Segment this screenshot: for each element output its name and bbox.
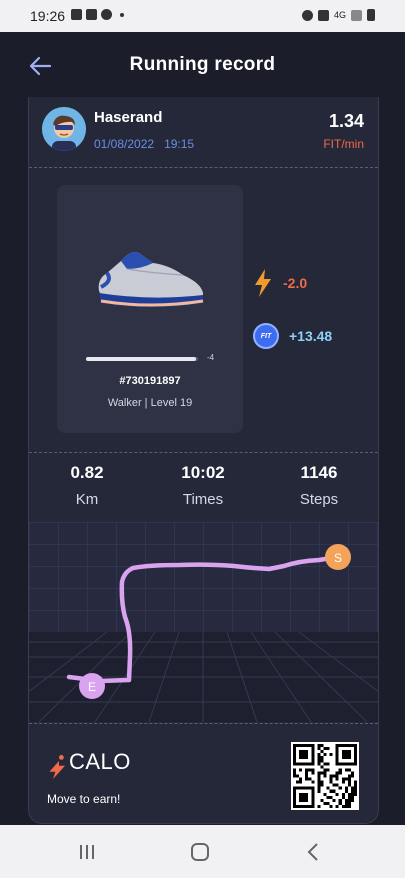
network-label: 4G bbox=[333, 10, 346, 20]
stat-steps: 1146 Steps bbox=[261, 463, 377, 508]
stat-steps-value: 1146 bbox=[300, 463, 338, 482]
end-marker: E bbox=[79, 673, 105, 699]
qr-code-image bbox=[293, 744, 357, 808]
divider bbox=[29, 167, 378, 168]
avatar bbox=[42, 107, 86, 151]
fit-coin-icon: FIT bbox=[253, 323, 279, 349]
gallery-icon bbox=[71, 9, 82, 20]
energy-row: -2.0 bbox=[253, 269, 307, 297]
recent-apps-icon[interactable] bbox=[76, 841, 98, 863]
end-label: E bbox=[88, 680, 96, 694]
energy-value: -2.0 bbox=[283, 275, 308, 291]
notification-icons bbox=[71, 9, 124, 20]
sneaker-image bbox=[98, 252, 204, 307]
mute-icon bbox=[317, 9, 329, 21]
avatar-image bbox=[42, 107, 86, 151]
brand-slogan: Move to earn! bbox=[47, 792, 121, 806]
route-map: S E bbox=[29, 522, 378, 722]
stat-time: 10:02 Times bbox=[145, 463, 261, 508]
record-date: 01/08/2022 bbox=[94, 137, 155, 151]
sneaker-type-level: Walker | Level 19 bbox=[107, 397, 193, 409]
fit-earned-row: FIT +13.48 bbox=[253, 323, 332, 349]
alarm-icon bbox=[301, 9, 313, 21]
stat-time-value: 10:02 bbox=[181, 463, 225, 482]
stat-steps-label: Steps bbox=[299, 491, 339, 508]
username: Haserand bbox=[94, 109, 163, 126]
back-nav-icon[interactable] bbox=[303, 841, 325, 863]
record-card: Haserand 01/08/2022 19:15 1.34 FIT/min -… bbox=[28, 97, 379, 824]
durability-change: -4 bbox=[207, 353, 215, 362]
system-icons: 4G bbox=[301, 9, 375, 21]
durability-bar-fill bbox=[86, 357, 196, 361]
mail-icon bbox=[86, 9, 97, 20]
stat-time-label: Times bbox=[182, 491, 224, 508]
stat-distance-value: 0.82 bbox=[70, 463, 104, 482]
qr-code bbox=[291, 742, 359, 810]
divider bbox=[29, 452, 378, 453]
calo-logo-icon bbox=[49, 755, 65, 779]
fit-rate-unit: FIT/min bbox=[323, 137, 364, 151]
status-time: 19:26 bbox=[30, 8, 66, 24]
sneaker-id: #730191897 bbox=[119, 375, 181, 387]
stat-distance: 0.82 Km bbox=[29, 463, 145, 508]
more-notifications-icon bbox=[120, 12, 124, 17]
signal-icon bbox=[351, 9, 362, 21]
start-marker: S bbox=[325, 544, 351, 570]
sneaker-panel: -4 #730191897 Walker | Level 19 bbox=[57, 185, 243, 433]
header: Running record bbox=[0, 32, 405, 100]
fit-rate-value: 1.34 bbox=[328, 111, 364, 131]
stat-distance-label: Km bbox=[75, 491, 99, 508]
durability-bar bbox=[86, 357, 198, 361]
start-label: S bbox=[334, 551, 342, 565]
fit-earned-value: +13.48 bbox=[289, 328, 333, 344]
record-datetime: 01/08/2022 19:15 bbox=[94, 137, 194, 151]
lightning-bolt-icon bbox=[255, 269, 271, 297]
battery-icon bbox=[367, 9, 375, 21]
status-bar: 19:26 4G bbox=[0, 0, 405, 32]
divider bbox=[29, 723, 378, 724]
record-time: 19:15 bbox=[164, 137, 195, 151]
messenger-icon bbox=[101, 9, 112, 20]
home-icon[interactable] bbox=[189, 841, 211, 863]
brand-name: CALO bbox=[69, 749, 131, 774]
page-title: Running record bbox=[129, 54, 276, 75]
system-nav-bar bbox=[0, 825, 405, 878]
